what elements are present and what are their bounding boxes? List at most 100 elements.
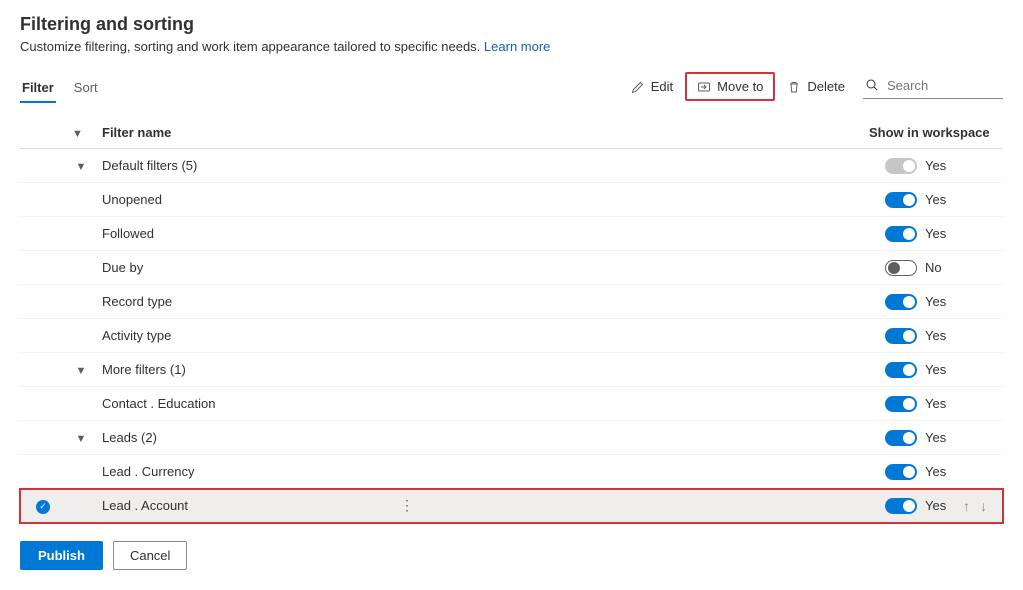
row-expand-cell[interactable]: ▼ [66,421,96,455]
row-select-cell[interactable] [20,319,66,353]
row-expand-cell[interactable]: ▼ [66,353,96,387]
footer-actions: Publish Cancel [20,541,1003,570]
table-row[interactable]: ▼ Leads (2) Yes [20,421,1003,455]
move-to-icon [697,80,711,94]
row-name-cell: Unopened [96,183,863,217]
show-in-workspace-toggle[interactable] [885,362,917,378]
tab-filter[interactable]: Filter [20,74,56,103]
header-expand[interactable]: ▼ [66,117,96,149]
chevron-down-icon: ▼ [76,433,87,445]
column-filter-name[interactable]: Filter name [96,117,863,149]
table-row[interactable]: ▼ Default filters (5) Yes [20,149,1003,183]
row-expand-cell [66,217,96,251]
filters-table: ▼ Filter name Show in workspace ▼ Default… [20,117,1003,523]
show-in-workspace-toggle[interactable] [885,226,917,242]
row-select-cell[interactable] [20,149,66,183]
table-row[interactable]: ✓Lead . Account⋮Yes↑↓ [20,489,1003,523]
row-select-cell[interactable] [20,455,66,489]
row-name-label: Unopened [102,192,162,207]
toggle-state-label: Yes [925,396,947,411]
command-bar: Edit Move to Delete [623,72,1003,103]
row-name-cell: Lead . Currency [96,455,863,489]
row-name-label: Due by [102,260,143,275]
table-row[interactable]: Due by No [20,251,1003,285]
chevron-down-icon: ▼ [76,365,87,377]
show-in-workspace-toggle[interactable] [885,430,917,446]
row-select-cell[interactable] [20,183,66,217]
row-name-cell: Lead . Account ⋮ [96,489,863,523]
move-down-icon[interactable]: ↓ [980,498,987,514]
row-name-cell: Followed [96,217,863,251]
trash-icon [787,80,801,94]
checkmark-icon: ✓ [36,500,50,514]
row-select-cell[interactable] [20,353,66,387]
move-to-highlight: Move to [685,72,775,101]
table-row[interactable]: Activity typeYes [20,319,1003,353]
row-select-cell[interactable]: ✓ [20,489,66,523]
row-expand-cell [66,251,96,285]
row-select-cell[interactable] [20,251,66,285]
edit-button[interactable]: Edit [623,75,681,98]
toggle-state-label: No [925,260,947,275]
tab-strip: Filter Sort [20,74,100,103]
cancel-button[interactable]: Cancel [113,541,187,570]
pencil-icon [631,80,645,94]
search-input[interactable] [885,77,1023,94]
row-name-cell: Due by [96,251,863,285]
chevron-down-icon: ▼ [76,161,87,173]
row-name-label: Leads (2) [102,430,157,445]
row-expand-cell[interactable]: ▼ [66,149,96,183]
chevron-down-icon: ▼ [72,128,83,140]
delete-button[interactable]: Delete [779,75,853,98]
show-in-workspace-toggle[interactable] [885,396,917,412]
row-name-label: Followed [102,226,154,241]
row-name-cell: Record type [96,285,863,319]
row-select-cell[interactable] [20,217,66,251]
table-row[interactable]: Lead . Currency Yes [20,455,1003,489]
row-expand-cell [66,285,96,319]
show-in-workspace-toggle[interactable] [885,294,917,310]
search-field[interactable] [863,75,1003,99]
toggle-state-label: Yes [925,158,947,173]
toggle-state-label: Yes [925,226,947,241]
row-select-cell[interactable] [20,387,66,421]
row-more-icon[interactable]: ⋮ [388,497,426,513]
row-name-cell: Default filters (5) [96,149,863,183]
row-expand-cell [66,455,96,489]
tab-sort[interactable]: Sort [72,74,100,103]
toggle-state-label: Yes [925,362,947,377]
show-in-workspace-toggle [885,158,917,174]
toggle-state-label: Yes [925,294,947,309]
show-in-workspace-toggle[interactable] [885,260,917,276]
table-row[interactable]: Unopened Yes [20,183,1003,217]
move-to-button[interactable]: Move to [689,75,771,98]
page-title: Filtering and sorting [20,14,1003,35]
row-expand-cell [66,183,96,217]
search-icon [865,78,879,92]
show-in-workspace-toggle[interactable] [885,328,917,344]
move-up-icon[interactable]: ↑ [963,498,970,514]
table-row[interactable]: ▼ More filters (1) Yes [20,353,1003,387]
table-row[interactable]: Followed Yes [20,217,1003,251]
row-name-cell: Contact . Education [96,387,863,421]
toggle-state-label: Yes [925,464,947,479]
row-name-cell: Activity type [96,319,863,353]
show-in-workspace-toggle[interactable] [885,192,917,208]
row-name-label: Record type [102,294,172,309]
show-in-workspace-toggle[interactable] [885,464,917,480]
publish-button[interactable]: Publish [20,541,103,570]
learn-more-link[interactable]: Learn more [484,39,550,54]
table-row[interactable]: Record type Yes [20,285,1003,319]
show-in-workspace-toggle[interactable] [885,498,917,514]
row-select-cell[interactable] [20,285,66,319]
row-name-label: Default filters (5) [102,158,197,173]
toggle-state-label: Yes [925,430,947,445]
row-reorder-controls: ↑↓ [963,498,987,514]
row-name-label: Lead . Account [102,498,188,513]
toggle-state-label: Yes [925,192,947,207]
row-select-cell[interactable] [20,421,66,455]
table-row[interactable]: Contact . Education Yes [20,387,1003,421]
column-show-in-workspace[interactable]: Show in workspace [863,117,1003,149]
toggle-state-label: Yes [925,498,947,513]
row-name-cell: More filters (1) [96,353,863,387]
